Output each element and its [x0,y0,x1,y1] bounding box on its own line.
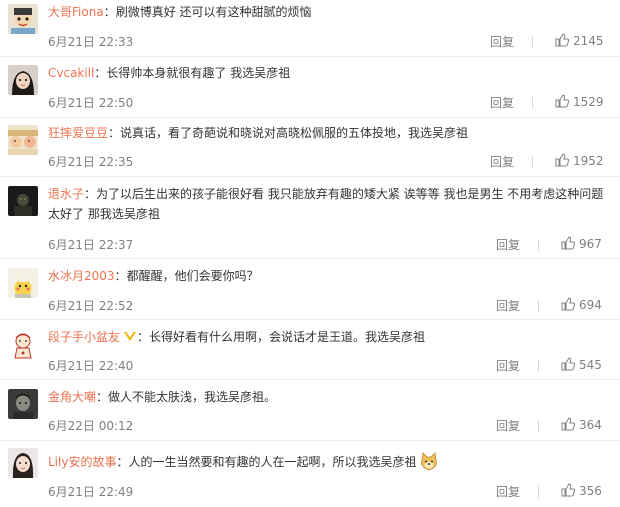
comment-text-line: 金角大嘲：做人不能太肤浅，我选吴彦祖。 [48,387,608,407]
divider [0,379,620,380]
like-count: 967 [579,237,602,251]
timestamp: 6月21日 22:52 [48,299,134,313]
separator: ： [94,66,107,80]
timestamp: 6月21日 22:50 [48,96,134,110]
reply-button[interactable]: 回复 [490,94,514,111]
divider [0,258,620,259]
meta-divider [532,97,533,109]
reply-button[interactable]: 回复 [490,153,514,170]
timestamp: 6月21日 22:37 [48,238,134,252]
like-count: 545 [579,358,602,372]
thumbs-up-icon [555,153,569,167]
like-count: 1952 [573,154,604,168]
like-count: 694 [579,298,602,312]
comment-text-line: 水冰月2003：都醒醒，他们会要你吗？ [48,266,608,286]
avatar[interactable] [8,186,38,216]
username-link[interactable]: 狂摔爱豆豆 [48,126,108,140]
comment-body: 为了以后生出来的孩子能很好看 我只能放弃有趣的矮大紧 诶等等 我也是男生 不用考… [96,187,604,201]
username-link[interactable]: Cvcakill [48,66,94,80]
comment-body: 都醒醒，他们会要你吗？ [126,269,259,283]
thumbs-up-icon [561,297,575,311]
separator: ： [137,330,150,344]
reply-button[interactable]: 回复 [496,357,520,374]
verified-badge-icon [123,329,137,343]
username-link[interactable]: 金角大嘲 [48,390,96,404]
comment-body: 刷微博真好 还可以有这种甜腻的烦恼 [115,5,312,19]
like-button[interactable]: 356 [561,483,602,498]
comment-body: 做人不能太肤浅，我选吴彦祖。 [108,390,277,404]
username-link[interactable]: 段子手小盆友 [48,330,120,344]
divider [0,56,620,57]
comment-text-line: Cvcakill：长得帅本身就很有趣了 我选吴彦祖 [48,63,608,83]
username-link[interactable]: 退水子 [48,187,84,201]
separator: ： [103,5,116,19]
meta-divider [538,360,539,372]
meta-divider [538,486,539,498]
reply-button[interactable]: 回复 [496,483,520,500]
like-count: 364 [579,418,602,432]
reply-button[interactable]: 回复 [496,417,520,434]
avatar[interactable] [8,65,38,95]
comment-body: 长得帅本身就很有趣了 我选吴彦祖 [106,66,291,80]
username-link[interactable]: 大哥Fiona [48,5,104,19]
timestamp: 6月21日 22:33 [48,35,134,49]
like-button[interactable]: 2145 [555,33,604,48]
thumbs-up-icon [561,417,575,431]
comment-text-line: 段子手小盆友 ：长得好看有什么用啊，会说话才是王道。我选吴彦祖 [48,327,608,347]
comment-body-continuation: 太好了 那我选吴彦祖 [48,207,160,221]
thumbs-up-icon [561,236,575,250]
like-count: 2145 [573,34,604,48]
timestamp: 6月22日 00:12 [48,419,134,433]
comment-text-line: 狂摔爱豆豆：说真话，看了奇葩说和晓说对高晓松佩服的五体投地，我选吴彦祖 [48,123,608,143]
comment-body: 说真话，看了奇葩说和晓说对高晓松佩服的五体投地，我选吴彦祖 [120,126,469,140]
meta-divider [538,420,539,432]
timestamp: 6月21日 22:35 [48,155,134,169]
timestamp: 6月21日 22:49 [48,485,134,499]
username-link[interactable]: 水冰月2003 [48,269,115,283]
comment-body: 人的一生当然要和有趣的人在一起啊，所以我选吴彦祖 [128,455,417,469]
comment-text-line: 退水子：为了以后生出来的孩子能很好看 我只能放弃有趣的矮大紧 诶等等 我也是男生… [48,184,608,204]
separator: ： [116,455,129,469]
reply-button[interactable]: 回复 [490,33,514,50]
username-link[interactable]: Lily安的故事 [48,455,116,469]
avatar[interactable] [8,329,38,359]
like-count: 1529 [573,95,604,109]
reply-button[interactable]: 回复 [496,297,520,314]
separator: ： [96,390,109,404]
separator: ： [108,126,121,140]
meta-divider [532,36,533,48]
divider [0,176,620,177]
like-button[interactable]: 545 [561,357,602,372]
like-button[interactable]: 1529 [555,94,604,109]
divider [0,440,620,441]
reply-button[interactable]: 回复 [496,236,520,253]
comment-text-line: Lily安的故事：人的一生当然要和有趣的人在一起啊，所以我选吴彦祖 [48,452,608,472]
comment-text-line: 大哥Fiona：刷微博真好 还可以有这种甜腻的烦恼 [48,2,608,22]
meta-divider [538,239,539,251]
comment-body: 长得好看有什么用啊，会说话才是王道。我选吴彦祖 [149,330,426,344]
meta-divider [538,300,539,312]
thumbs-up-icon [555,33,569,47]
avatar[interactable] [8,4,38,34]
like-button[interactable]: 1952 [555,153,604,168]
doge-emoji-icon [419,452,439,472]
avatar[interactable] [8,448,38,478]
separator: ： [84,187,97,201]
like-button[interactable]: 364 [561,417,602,432]
thumbs-up-icon [561,483,575,497]
divider [0,319,620,320]
like-button[interactable]: 694 [561,297,602,312]
divider [0,117,620,118]
avatar[interactable] [8,125,38,155]
meta-divider [532,156,533,168]
thumbs-up-icon [555,94,569,108]
avatar[interactable] [8,268,38,298]
like-count: 356 [579,484,602,498]
avatar[interactable] [8,389,38,419]
separator: ： [114,269,127,283]
timestamp: 6月21日 22:40 [48,359,134,373]
thumbs-up-icon [561,357,575,371]
like-button[interactable]: 967 [561,236,602,251]
